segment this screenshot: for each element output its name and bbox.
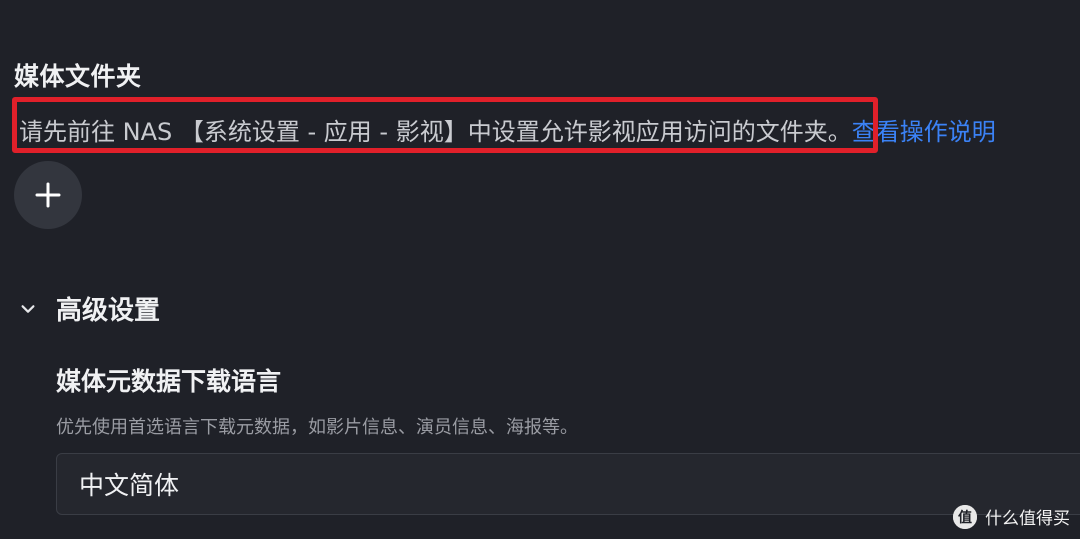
advanced-settings-title: 高级设置 [56,296,161,326]
metadata-language-select[interactable]: 中文简体 [56,453,1080,515]
svg-text:值: 值 [958,509,972,526]
add-folder-button[interactable] [14,161,82,229]
advanced-settings-toggle[interactable]: 高级设置 [14,290,160,327]
watermark-logo-icon: 值 [953,504,977,529]
red-highlight-box [12,97,878,153]
metadata-language-title: 媒体元数据下载语言 [56,367,282,396]
plus-icon [35,182,61,208]
selected-language: 中文简体 [79,471,180,500]
metadata-language-description: 优先使用首选语言下载元数据，如影片信息、演员信息、海报等。 [56,417,578,438]
watermark: 值 什么值得买 [953,504,1070,529]
media-folder-title: 媒体文件夹 [14,62,142,91]
watermark-text: 什么值得买 [985,509,1070,529]
chevron-down-icon [14,295,42,323]
